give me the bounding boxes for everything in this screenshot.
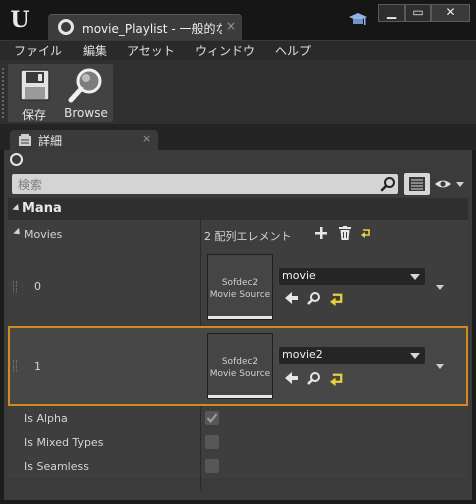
reset-to-default-icon[interactable] (330, 292, 344, 306)
add-element-icon[interactable] (315, 227, 327, 239)
property-row-is-seamless: Is Seamless (8, 454, 468, 478)
is-alpha-checkbox[interactable] (205, 411, 219, 425)
menu-bar: ファイル 編集 アセット ウィンドウ ヘルプ (0, 40, 476, 60)
menu-edit[interactable]: 編集 (83, 42, 107, 59)
browse-label: Browse (64, 106, 108, 120)
search-input[interactable]: 検索 (12, 174, 398, 194)
document-tab-title: movie_Playlist - 一般的な (82, 22, 222, 36)
asset-name: movie (282, 269, 316, 282)
graduation-cap-icon[interactable] (349, 12, 367, 28)
search-placeholder: 検索 (18, 178, 43, 192)
blueprint-ring-icon (58, 19, 74, 35)
dropdown-arrow-icon (410, 274, 420, 280)
property-matrix-button[interactable] (404, 173, 430, 195)
element-options-chevron-icon[interactable] (436, 285, 444, 290)
element-index: 0 (34, 280, 41, 293)
unreal-logo-icon: U (10, 7, 30, 33)
menu-file[interactable]: ファイル (14, 42, 62, 59)
close-details-tab-icon[interactable]: × (142, 132, 151, 145)
close-tab-icon[interactable]: × (226, 19, 236, 33)
browse-asset-icon[interactable] (307, 371, 321, 385)
minimize-button[interactable]: ▁ (378, 4, 405, 22)
category-header[interactable]: Mana (8, 198, 468, 220)
view-options-eye-icon[interactable] (434, 178, 464, 190)
property-label: Is Seamless (24, 460, 89, 473)
drag-handle[interactable] (13, 281, 17, 293)
element-options-chevron-icon[interactable] (436, 364, 444, 369)
list-view-icon (409, 177, 425, 191)
close-window-button[interactable]: ✕ (431, 4, 470, 22)
toolbar-grip[interactable] (2, 68, 5, 118)
reset-to-default-icon[interactable] (361, 228, 371, 238)
movies-label: Movies (24, 228, 63, 241)
tab-details-label: 詳細 (38, 134, 63, 148)
thumbnail-type-line1: Sofdec2 (221, 278, 259, 288)
drag-handle[interactable] (13, 360, 17, 372)
details-icon (19, 134, 31, 146)
category-name: Mana (22, 201, 62, 216)
toolbar-panel: 保存 Browse (8, 64, 113, 122)
movies-row: Movies 2 配列エレメント (8, 220, 468, 248)
asset-name: movie2 (282, 348, 323, 361)
column-divider[interactable] (200, 406, 201, 490)
is-mixed-types-checkbox[interactable] (205, 435, 219, 449)
column-divider[interactable] (200, 220, 201, 326)
trash-icon[interactable] (339, 226, 351, 240)
expand-arrow-icon[interactable] (12, 203, 22, 214)
property-label: Is Alpha (24, 412, 68, 425)
floppy-disk-icon (20, 69, 50, 101)
save-label: 保存 (21, 108, 46, 122)
is-seamless-checkbox[interactable] (205, 459, 219, 473)
expand-arrow-icon[interactable] (13, 227, 23, 238)
reset-to-default-icon[interactable] (330, 372, 344, 386)
thumbnail-type-line2: Movie Source (209, 290, 271, 300)
property-row-is-alpha: Is Alpha (8, 406, 468, 430)
menu-asset[interactable]: アセット (127, 42, 175, 59)
browse-asset-icon[interactable] (307, 291, 321, 305)
property-label: Is Mixed Types (24, 436, 104, 449)
asset-picker-combo[interactable]: movie2 (279, 347, 425, 364)
thumbnail-type-line1: Sofdec2 (221, 357, 259, 367)
asset-picker-combo[interactable]: movie (279, 268, 425, 285)
element-index: 1 (34, 360, 41, 373)
tab-details[interactable]: 詳細 × (10, 130, 158, 150)
use-selected-arrow-icon[interactable] (285, 371, 299, 385)
asset-thumbnail[interactable]: Sofdec2 Movie Source (207, 254, 273, 320)
maximize-button[interactable]: ▭ (405, 4, 431, 22)
thumbnail-color-bar (208, 316, 272, 319)
search-icon[interactable] (380, 176, 396, 192)
checkmark-icon (206, 413, 218, 424)
object-ring-icon (10, 153, 23, 166)
menu-window[interactable]: ウィンドウ (195, 42, 255, 59)
magnifier-icon (68, 68, 102, 103)
property-row-is-mixed-types: Is Mixed Types (8, 430, 468, 454)
use-selected-arrow-icon[interactable] (285, 291, 299, 305)
array-count: 2 配列エレメント (204, 230, 292, 243)
save-button[interactable]: 保存 (10, 66, 58, 122)
thumbnail-color-bar (208, 395, 272, 398)
movie-element-row: 0 Sofdec2 Movie Source movie (8, 248, 468, 326)
browse-button[interactable]: Browse (62, 66, 110, 120)
asset-thumbnail[interactable]: Sofdec2 Movie Source (207, 333, 273, 399)
dropdown-arrow-icon (410, 353, 420, 359)
movie-element-row-selected: 1 Sofdec2 Movie Source movie2 (8, 326, 468, 406)
menu-help[interactable]: ヘルプ (275, 42, 311, 59)
document-tab[interactable]: movie_Playlist - 一般的な × (48, 14, 242, 40)
thumbnail-type-line2: Movie Source (209, 369, 271, 379)
